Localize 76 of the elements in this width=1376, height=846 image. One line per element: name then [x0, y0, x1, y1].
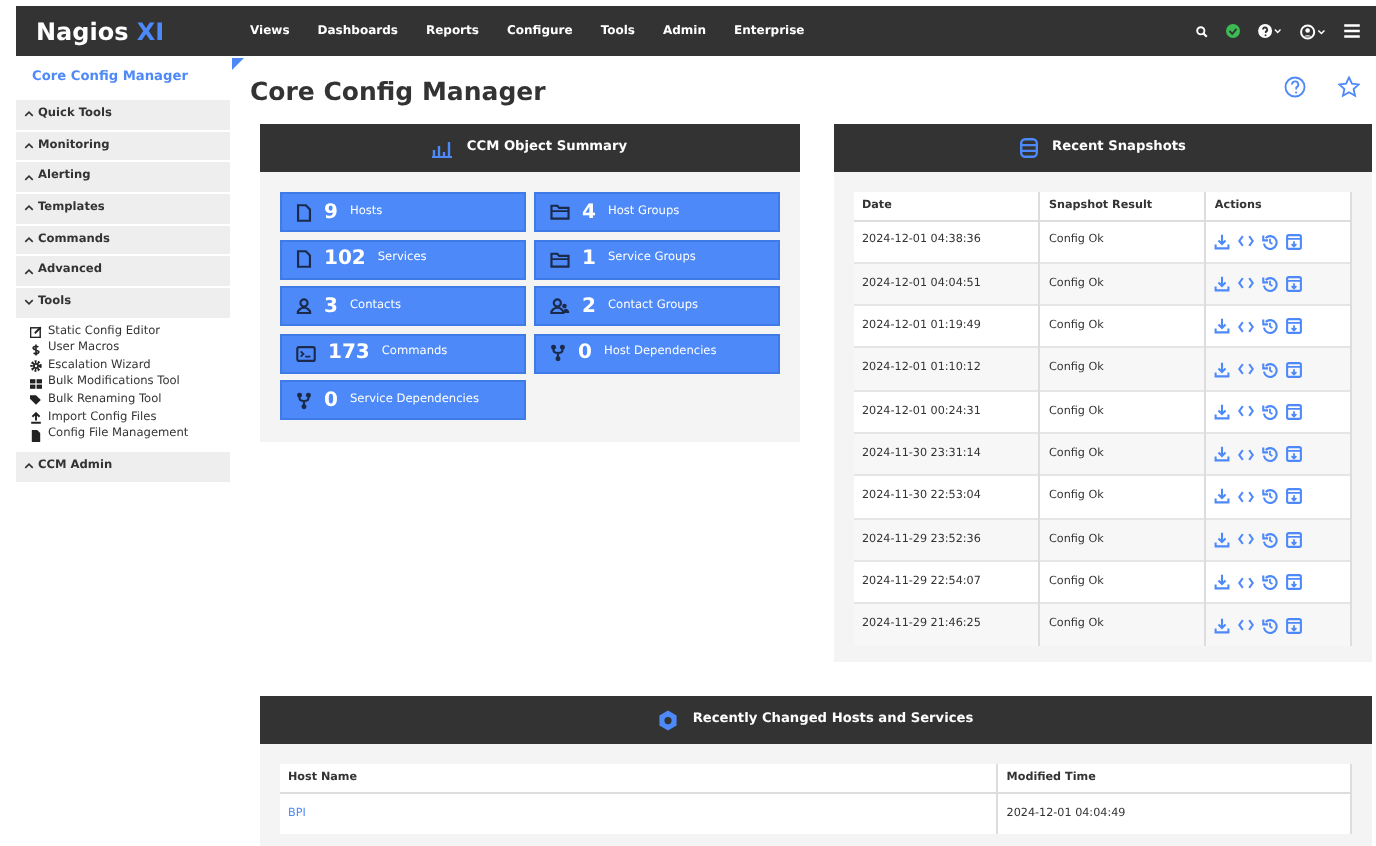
code-icon[interactable]	[1238, 575, 1255, 590]
chevron-up-icon	[24, 235, 34, 244]
users-icon	[550, 298, 570, 314]
restore-icon[interactable]	[1262, 617, 1279, 634]
file-icon	[296, 250, 312, 268]
branch-icon	[550, 344, 566, 362]
code-icon[interactable]	[1238, 319, 1255, 334]
chevron-up-icon	[24, 267, 34, 276]
star-icon[interactable]	[1338, 76, 1360, 98]
file-icon	[296, 203, 312, 221]
folder-icon	[550, 204, 570, 220]
code-icon[interactable]	[1238, 532, 1255, 547]
grid-icon	[30, 377, 42, 390]
brand-logo[interactable]: Nagios XI	[36, 13, 250, 49]
help-menu-icon[interactable]	[1258, 24, 1282, 38]
chevron-up-icon	[24, 110, 34, 119]
download-icon[interactable]	[1214, 361, 1231, 378]
download-icon[interactable]	[1214, 275, 1231, 292]
archive-icon[interactable]	[1286, 574, 1303, 591]
download-icon[interactable]	[1214, 446, 1231, 463]
download-icon[interactable]	[1214, 403, 1231, 420]
restore-icon[interactable]	[1262, 488, 1279, 505]
restore-icon[interactable]	[1262, 574, 1279, 591]
download-icon[interactable]	[1214, 617, 1231, 634]
user-menu-icon[interactable]	[1300, 23, 1326, 39]
restore-icon[interactable]	[1262, 318, 1279, 335]
help-icon[interactable]	[1284, 76, 1306, 98]
bar-chart-icon	[432, 139, 453, 157]
chevron-down-icon	[24, 298, 34, 307]
download-icon[interactable]	[1214, 488, 1231, 505]
chevron-up-icon	[24, 173, 34, 182]
database-icon	[1020, 138, 1039, 158]
status-ok-icon[interactable]	[1226, 24, 1240, 38]
code-icon[interactable]	[1238, 234, 1255, 249]
edit-icon	[30, 326, 42, 338]
tag-icon	[30, 394, 42, 407]
archive-icon[interactable]	[1286, 403, 1303, 420]
terminal-icon	[296, 345, 316, 361]
restore-icon[interactable]	[1262, 361, 1279, 378]
menu-icon[interactable]	[1344, 24, 1360, 38]
archive-icon[interactable]	[1286, 488, 1303, 505]
download-icon[interactable]	[1214, 318, 1231, 335]
gear-icon	[658, 709, 679, 731]
restore-icon[interactable]	[1262, 233, 1279, 250]
file-icon	[30, 429, 42, 442]
archive-icon[interactable]	[1286, 446, 1303, 463]
restore-icon[interactable]	[1262, 403, 1279, 420]
archive-icon[interactable]	[1286, 233, 1303, 250]
user-icon	[296, 298, 312, 314]
restore-icon[interactable]	[1262, 446, 1279, 463]
restore-icon[interactable]	[1262, 531, 1279, 548]
archive-icon[interactable]	[1286, 318, 1303, 335]
upload-icon	[30, 411, 42, 424]
code-icon[interactable]	[1238, 618, 1255, 633]
chevron-up-icon	[24, 462, 34, 471]
download-icon[interactable]	[1214, 531, 1231, 548]
branch-icon	[296, 391, 312, 409]
gear-icon	[30, 360, 42, 373]
search-icon[interactable]	[1196, 25, 1208, 37]
restore-icon[interactable]	[1262, 275, 1279, 292]
folder-icon	[550, 251, 570, 267]
code-icon[interactable]	[1238, 489, 1255, 504]
code-icon[interactable]	[1238, 276, 1255, 291]
chevron-up-icon	[24, 204, 34, 213]
download-icon[interactable]	[1214, 574, 1231, 591]
code-icon[interactable]	[1238, 404, 1255, 419]
download-icon[interactable]	[1214, 233, 1231, 250]
chevron-up-icon	[24, 141, 34, 150]
dollar-icon	[30, 343, 42, 356]
archive-icon[interactable]	[1286, 617, 1303, 634]
archive-icon[interactable]	[1286, 361, 1303, 378]
code-icon[interactable]	[1238, 447, 1255, 462]
archive-icon[interactable]	[1286, 531, 1303, 548]
code-icon[interactable]	[1238, 362, 1255, 377]
archive-icon[interactable]	[1286, 275, 1303, 292]
page-title: Core Config Manager	[250, 76, 546, 106]
